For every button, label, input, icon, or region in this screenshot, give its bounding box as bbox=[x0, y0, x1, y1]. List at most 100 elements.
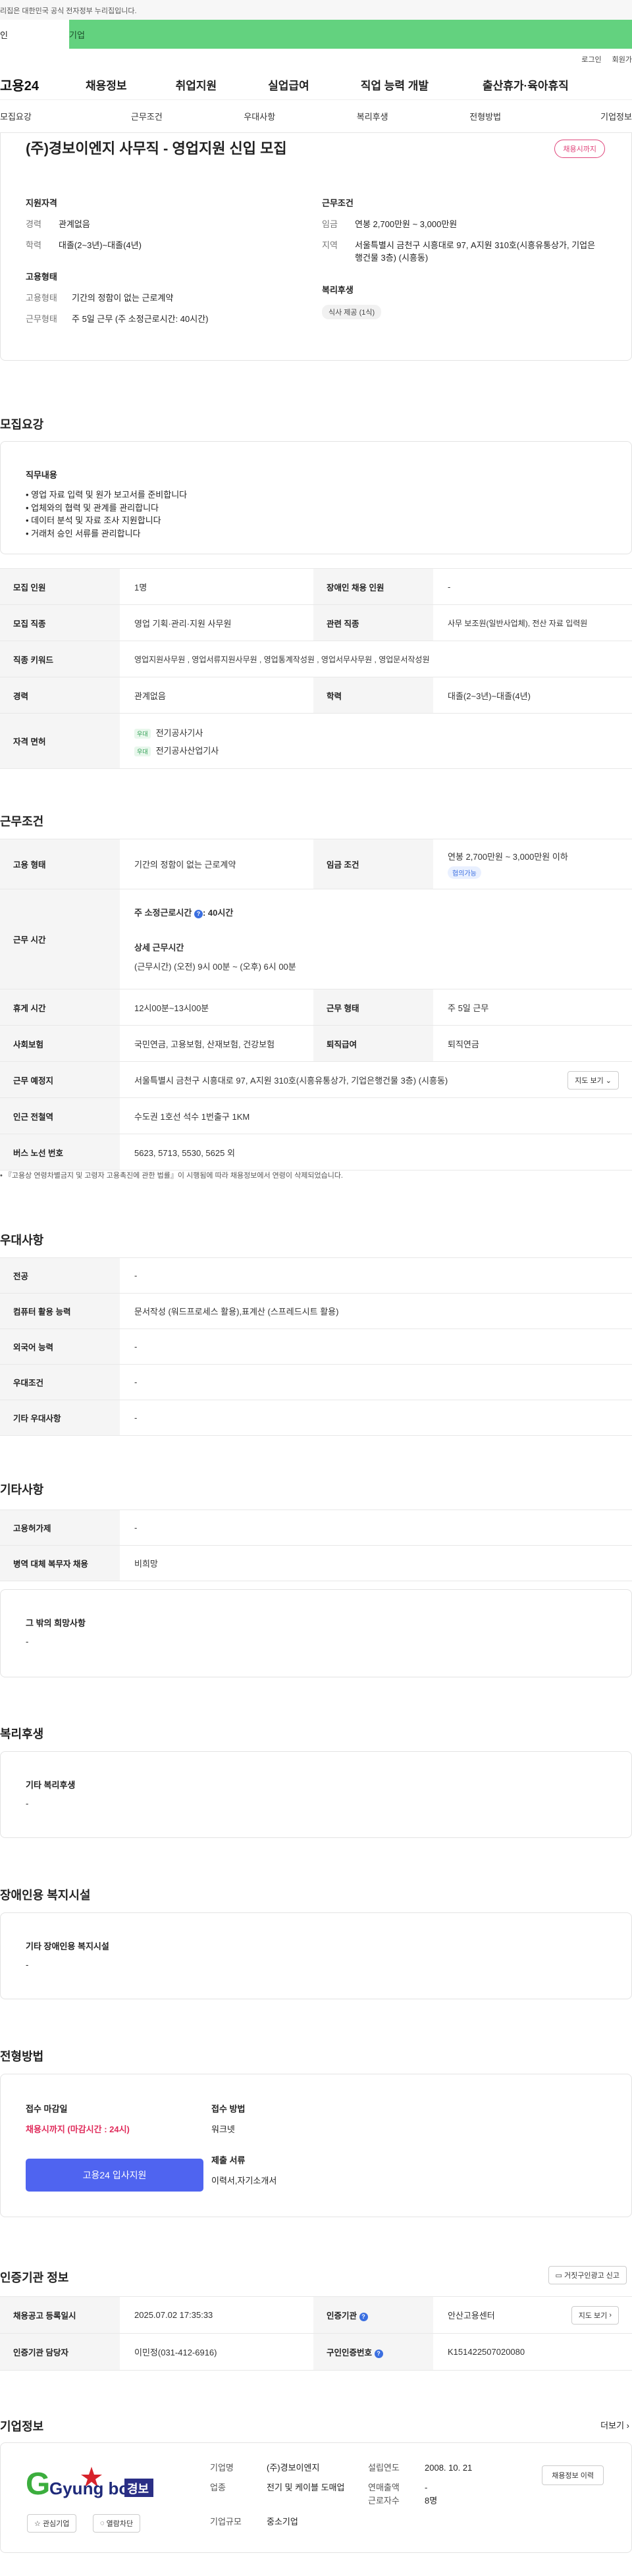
founded-value: 2008. 10. 21 bbox=[425, 2463, 473, 2473]
job-category-value: 영업 기획·관리·지원 사무원 bbox=[134, 618, 232, 629]
favorite-company-button[interactable]: ☆ 관심기업 bbox=[27, 2514, 77, 2533]
job-category-label: 모집 직종 bbox=[0, 604, 120, 641]
block-view-button[interactable]: ◌ 열람차단 bbox=[93, 2514, 141, 2533]
recruit-table: 모집 인원 1명 장애인 채용 인원 - 모집 직종 영업 기획·관리·지원 사… bbox=[0, 568, 632, 769]
agency-map-button[interactable]: 지도 보기 › bbox=[571, 2306, 619, 2325]
hours-label: 근무 시간 bbox=[0, 889, 120, 989]
tab-welfare[interactable]: 복리후생 bbox=[316, 110, 429, 122]
gnb-menu-training[interactable]: 직업 능력 개발 bbox=[361, 76, 429, 93]
keyword-value: 영업지원사무원 , 영업서류지원사무원 , 영업통계작성원 , 영업서무사무원 … bbox=[134, 654, 430, 664]
company-size-value: 중소기업 bbox=[267, 2517, 298, 2527]
deadline-value: 채용시까지 (마감시간 : 24시) bbox=[26, 2124, 130, 2134]
employment-heading: 고용형태 bbox=[26, 272, 57, 282]
hours-detail-title: 상세 근무시간 bbox=[134, 943, 184, 953]
education-row-label: 학력 bbox=[313, 677, 433, 714]
info-icon[interactable]: ? bbox=[374, 2350, 383, 2358]
gnb-menu-unemployment[interactable]: 실업급여 bbox=[268, 76, 309, 93]
preferred-chip: 우대 bbox=[134, 728, 151, 739]
computer-label: 컴퓨터 활용 능력 bbox=[0, 1293, 120, 1329]
green-bar-left-tab[interactable]: 인 bbox=[0, 20, 69, 49]
table-row: 휴게 시간 12시00분~13시00분 근무 형태 주 5일 근무 bbox=[0, 989, 632, 1026]
keyword-label: 직종 키워드 bbox=[0, 641, 120, 677]
info-icon[interactable]: ? bbox=[359, 2313, 368, 2321]
duty-list: 영업 자료 입력 및 원가 보고서를 준비합니다 업체와의 협력 및 관계를 관… bbox=[26, 488, 631, 540]
welfare-section-title: 복리후생 bbox=[0, 1727, 44, 1741]
pref-cond-value: - bbox=[134, 1377, 138, 1387]
table-row: 인근 전철역 수도권 1호선 석수 1번출구 1KM bbox=[0, 1097, 632, 1134]
welfare-box-heading: 기타 복리후생 bbox=[26, 1780, 76, 1790]
work-type-value: 주 5일 근무 (주 소정근로시간: 40시간) bbox=[72, 313, 209, 324]
company-more-link[interactable]: 더보기 › bbox=[600, 2419, 629, 2431]
utility-nav: 로그인 회원가 bbox=[0, 49, 632, 70]
insurance-value: 국민연금, 고용보험, 산재보험, 건강보험 bbox=[134, 1039, 275, 1049]
tab-selection[interactable]: 전형방법 bbox=[429, 110, 541, 122]
gnb-menu-jobs[interactable]: 채용정보 bbox=[86, 76, 127, 93]
method-heading: 접수 방법 bbox=[211, 2104, 246, 2114]
employment-type-value: 기간의 정함이 없는 근로계약 bbox=[72, 293, 174, 303]
headcount-value: 1명 bbox=[134, 582, 147, 592]
reqno-label-cell: 구인인증번호 ? bbox=[313, 2333, 433, 2371]
apply-button[interactable]: 고용24 입사지원 bbox=[26, 2159, 203, 2192]
table-row: 기타 우대사항 - bbox=[0, 1400, 632, 1436]
place-cell: 서울특별시 금천구 시흥대로 97, A지원 310호(시흥유통상가, 기업은행… bbox=[120, 1062, 632, 1098]
subway-value: 수도권 1호선 석수 1번출구 1KM bbox=[134, 1111, 250, 1122]
sales-label: 연매출액 bbox=[368, 2483, 400, 2492]
duty-heading: 직무내용 bbox=[26, 470, 57, 480]
svg-text:G: G bbox=[26, 2467, 50, 2498]
license-item: 전기공사기사 bbox=[155, 727, 203, 738]
tab-preference[interactable]: 우대사항 bbox=[203, 110, 316, 122]
report-ad-button[interactable]: ▭ 거짓구인광고 신고 bbox=[548, 2266, 627, 2284]
disabled-box-value: - bbox=[26, 1960, 29, 1970]
gnb-menu-leave[interactable]: 출산휴가·육아휴직 bbox=[483, 76, 569, 93]
join-link[interactable]: 회원가 bbox=[612, 54, 632, 65]
company-name-label: 기업명 bbox=[210, 2463, 234, 2473]
login-link[interactable]: 로그인 bbox=[581, 54, 601, 65]
map-button-label: 지도 보기 bbox=[575, 1077, 604, 1085]
welfare-tag: 식사 제공 (1식) bbox=[322, 304, 382, 319]
permit-value: - bbox=[134, 1523, 138, 1533]
table-row: 모집 인원 1명 장애인 채용 인원 - bbox=[0, 568, 632, 605]
info-icon[interactable]: ? bbox=[194, 910, 203, 918]
disabled-section-title: 장애인용 복지시설 bbox=[0, 1889, 91, 1902]
preference-table: 전공 - 컴퓨터 활용 능력 문서작성 (워드프로세스 활용),표계산 (스프레드시… bbox=[0, 1257, 632, 1436]
welfare-heading: 복리후생 bbox=[322, 284, 354, 295]
map-button[interactable]: 지도 보기 ⌄ bbox=[567, 1071, 619, 1090]
report-ad-label: 거짓구인광고 신고 bbox=[564, 2272, 619, 2280]
table-row: 컴퓨터 활용 능력 문서작성 (워드프로세스 활용),표계산 (스프레드시트 활용… bbox=[0, 1293, 632, 1329]
gnb-menu-employment-support[interactable]: 취업지원 bbox=[176, 76, 217, 93]
license-label: 자격 면허 bbox=[0, 713, 120, 769]
place-value: 서울특별시 금천구 시흥대로 97, A지원 310호(시흥유통상가, 기업은행… bbox=[134, 1075, 448, 1086]
history-button[interactable]: 채용정보 이력 bbox=[542, 2465, 604, 2485]
tab-recruit[interactable]: 모집요강 bbox=[0, 110, 90, 122]
industry-label: 업종 bbox=[210, 2483, 226, 2492]
age-law-note: • 『고용상 연령차별금지 및 고령자 고용촉진에 관한 법률』이 시행됨에 따… bbox=[0, 1172, 343, 1180]
tab-conditions[interactable]: 근무조건 bbox=[90, 110, 203, 122]
duty-box: 직무내용 영업 자료 입력 및 원가 보고서를 준비합니다 업체와의 협력 및 … bbox=[0, 441, 632, 554]
retire-value: 퇴직연금 bbox=[448, 1039, 479, 1049]
company-box: G Gyung bo 경보 ☆ 관심기업 ◌ 열람차단 기업명 (주)경보이엔지 설… bbox=[0, 2442, 632, 2553]
welfare-box: 기타 복리후생 - bbox=[0, 1751, 632, 1838]
table-row: 직종 키워드 영업지원사무원 , 영업서류지원사무원 , 영업통계작성원 , 영… bbox=[0, 641, 632, 677]
sales-staff-values: - 8명 bbox=[425, 2481, 437, 2515]
table-row: 외국어 능력 - bbox=[0, 1328, 632, 1365]
tab-company[interactable]: 기업정보 bbox=[542, 110, 632, 122]
language-value: - bbox=[134, 1342, 138, 1352]
wage-cond-cell: 연봉 2,700만원 ~ 3,000만원 이하 협의가능 bbox=[433, 839, 632, 889]
related-job-value: 사무 보조원(일반사업체), 전산 자료 입력원 bbox=[448, 618, 588, 628]
bus-label: 버스 노선 번호 bbox=[0, 1134, 120, 1170]
license-item: 전기공사산업기사 bbox=[155, 745, 219, 756]
duty-item: 업체와의 협력 및 관계를 관리합니다 bbox=[26, 502, 631, 515]
military-value: 비희망 bbox=[134, 1559, 158, 1569]
manager-label: 인증기관 담당자 bbox=[0, 2333, 120, 2371]
hours-main-value: : 40시간 bbox=[202, 908, 234, 918]
green-bar-right-tab[interactable]: 기업 bbox=[69, 28, 85, 41]
hours-main-label: 주 소정근로시간 bbox=[134, 908, 192, 918]
site-logo[interactable]: 고용24 bbox=[0, 75, 79, 94]
table-row: 채용공고 등록일시 2025.07.02 17:35:33 인증기관 ? 안산고… bbox=[0, 2296, 632, 2334]
retire-label: 퇴직급여 bbox=[313, 1025, 433, 1062]
break-value: 12시00분~13시00분 bbox=[134, 1003, 209, 1013]
major-value: - bbox=[134, 1271, 138, 1280]
gov-notice-bar: 리집은 대한민국 공식 전자정부 누리집입니다. bbox=[0, 0, 632, 20]
subway-label: 인근 전철역 bbox=[0, 1097, 120, 1134]
selection-box: 접수 마감일 채용시까지 (마감시간 : 24시) 고용24 입사지원 접수 방… bbox=[0, 2074, 632, 2217]
